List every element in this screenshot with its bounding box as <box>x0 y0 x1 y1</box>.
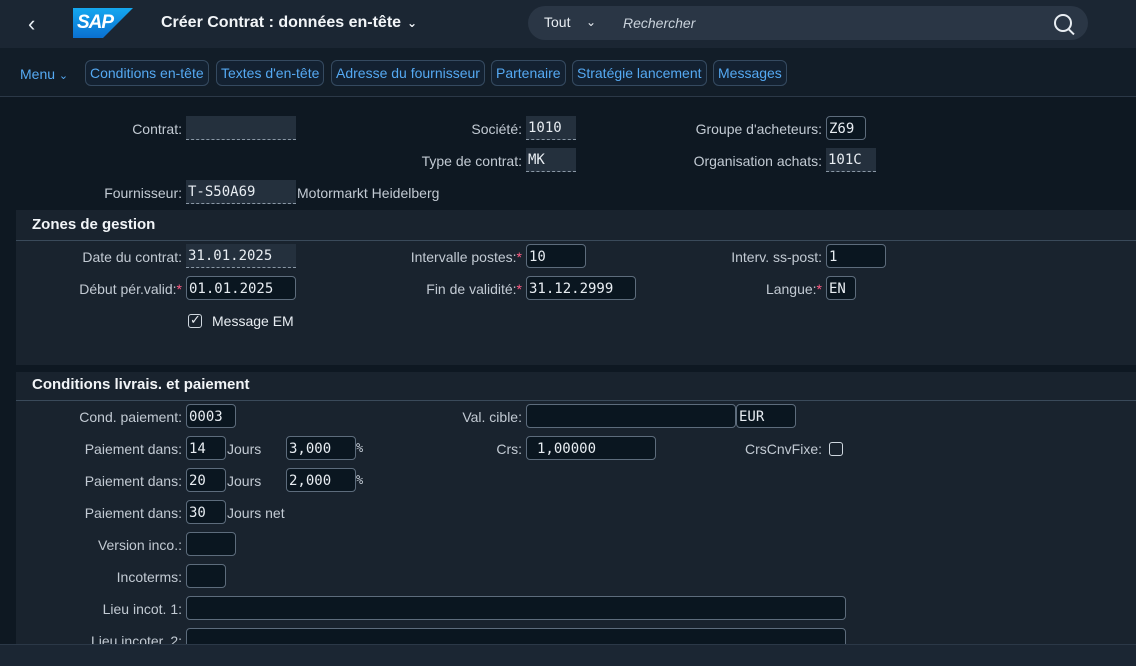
search-scope[interactable]: Tout <box>544 14 570 30</box>
incoterms-field[interactable] <box>186 564 226 588</box>
val-cible-label: Val. cible: <box>462 409 522 425</box>
crscnvfixe-label: CrsCnvFixe: <box>744 441 822 457</box>
intervalle-postes-label: Intervalle postes:* <box>410 249 522 265</box>
societe-field[interactable]: 1010 <box>526 116 576 140</box>
message-em-checkbox[interactable] <box>188 312 202 328</box>
paiement-pct-1-field[interactable]: 3,000 <box>286 436 356 460</box>
interv-ss-post-field[interactable]: 1 <box>826 244 886 268</box>
debut-periode-label: Début pér.valid:* <box>79 281 182 297</box>
paiement-dans-label: Paiement dans: <box>84 441 182 457</box>
chevron-down-icon[interactable]: ⌄ <box>407 16 417 30</box>
langue-field[interactable]: EN <box>826 276 856 300</box>
incoterms-label: Incoterms: <box>116 569 182 585</box>
paiement-jours-3-field[interactable]: 30 <box>186 500 226 524</box>
percent-sign: % <box>356 441 364 455</box>
jours-unit: Jours <box>227 441 262 457</box>
groupe-acheteurs-label: Groupe d'acheteurs: <box>695 121 822 137</box>
crscnvfixe-checkbox[interactable] <box>829 442 843 456</box>
val-cible-field[interactable] <box>526 404 736 428</box>
paiement-dans-label: Paiement dans: <box>84 473 182 489</box>
fin-validite-field[interactable]: 31.12.2999 <box>526 276 636 300</box>
debut-periode-field[interactable]: 01.01.2025 <box>186 276 296 300</box>
version-inco-field[interactable] <box>186 532 236 556</box>
lieu-incot-1-field[interactable] <box>186 596 846 620</box>
paiement-jours-1-field[interactable]: 14 <box>186 436 226 460</box>
langue-label: Langue:* <box>765 281 822 297</box>
percent-sign: % <box>356 473 364 487</box>
chevron-down-icon: ⌄ <box>58 70 69 82</box>
back-icon[interactable]: ‹ <box>28 12 48 36</box>
lieu-incot-1-label: Lieu incot. 1: <box>102 601 182 617</box>
conditions-entete-button[interactable]: Conditions en-tête <box>85 60 209 86</box>
crs-label: Crs: <box>496 441 522 457</box>
version-inco-label: Version inco.: <box>97 537 182 553</box>
jours-net-unit: Jours net <box>227 505 285 521</box>
paiement-jours-2-field[interactable]: 20 <box>186 468 226 492</box>
shell-bar: ‹ SAP Créer Contrat : données en-tête ⌄ T… <box>0 0 1136 48</box>
logo-text: SAP <box>77 12 114 33</box>
cond-paiement-label: Cond. paiement: <box>79 409 182 425</box>
toolbar: Menu ⌄ Conditions en-tête Textes d'en-tê… <box>0 48 1136 97</box>
crs-field[interactable]: 1,00000 <box>526 436 656 460</box>
type-contrat-label: Type de contrat: <box>421 153 522 169</box>
date-contrat-field[interactable]: 31.01.2025 <box>186 244 296 268</box>
adresse-fournisseur-button[interactable]: Adresse du fournisseur <box>331 60 485 86</box>
contrat-label: Contrat: <box>132 121 182 137</box>
fournisseur-name: Motormarkt Heidelberg <box>297 185 440 201</box>
conditions-livraison-title: Conditions livrais. et paiement <box>32 376 250 393</box>
groupe-acheteurs-field[interactable]: Z69 <box>826 116 866 140</box>
app-title-text: Créer Contrat : données en-tête <box>161 14 402 31</box>
search-icon[interactable] <box>1054 14 1072 32</box>
section-divider <box>16 240 1136 241</box>
message-em-label: Message EM <box>212 313 294 329</box>
cond-paiement-field[interactable]: 0003 <box>186 404 236 428</box>
sap-logo[interactable]: SAP <box>73 8 133 38</box>
organisation-achats-label: Organisation achats: <box>693 153 822 169</box>
interv-ss-post-label: Interv. ss-post: <box>731 249 822 265</box>
chevron-down-icon[interactable]: ⌄ <box>586 15 596 29</box>
zones-gestion-title: Zones de gestion <box>32 216 156 233</box>
jours-unit: Jours <box>227 473 262 489</box>
search-bar[interactable]: Tout ⌄ Rechercher <box>528 6 1088 40</box>
organisation-achats-field[interactable]: 101C <box>826 148 876 172</box>
societe-label: Société: <box>471 121 522 137</box>
intervalle-postes-field[interactable]: 10 <box>526 244 586 268</box>
app-title[interactable]: Créer Contrat : données en-tête ⌄ <box>161 14 417 32</box>
strategie-lancement-button[interactable]: Stratégie lancement <box>572 60 707 86</box>
messages-button[interactable]: Messages <box>713 60 787 86</box>
date-contrat-label: Date du contrat: <box>82 249 182 265</box>
menu-label: Menu <box>20 66 56 82</box>
fournisseur-label: Fournisseur: <box>104 185 182 201</box>
fin-validite-label: Fin de validité:* <box>426 281 522 297</box>
type-contrat-field[interactable]: MK <box>526 148 576 172</box>
search-input[interactable]: Rechercher <box>623 15 695 31</box>
contrat-field[interactable] <box>186 116 296 140</box>
textes-entete-button[interactable]: Textes d'en-tête <box>216 60 325 86</box>
currency-field[interactable]: EUR <box>736 404 796 428</box>
section-divider <box>16 400 1136 401</box>
fournisseur-field[interactable]: T-S50A69 <box>186 180 296 204</box>
menu-button[interactable]: Menu ⌄ <box>20 66 68 82</box>
paiement-pct-2-field[interactable]: 2,000 <box>286 468 356 492</box>
partenaire-button[interactable]: Partenaire <box>491 60 566 86</box>
footer-bar <box>0 644 1136 666</box>
paiement-dans-label: Paiement dans: <box>84 505 182 521</box>
